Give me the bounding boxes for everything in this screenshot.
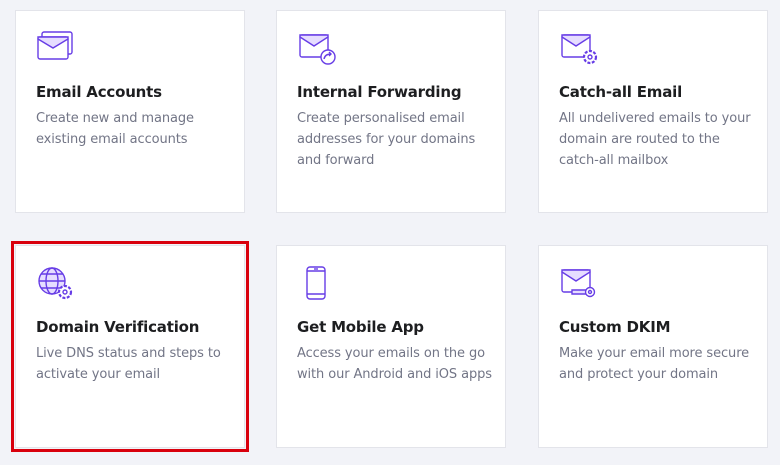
card-title: Internal Forwarding <box>297 83 462 101</box>
email-gear-icon <box>561 34 598 65</box>
email-key-icon <box>561 269 596 298</box>
card-description: Create personalised email addresses for … <box>297 111 476 168</box>
card-domain-verification[interactable]: Domain Verification Live DNS status and … <box>11 241 249 452</box>
email-forward-icon <box>299 34 336 65</box>
globe-gear-icon <box>38 267 73 300</box>
card-internal-forwarding[interactable]: Internal Forwarding Create personalised … <box>276 10 506 213</box>
mobile-phone-icon <box>306 266 326 300</box>
card-title: Get Mobile App <box>297 318 424 336</box>
card-title: Email Accounts <box>36 83 162 101</box>
card-description: All undelivered emails to your domain ar… <box>559 111 751 168</box>
card-title: Custom DKIM <box>559 318 671 336</box>
email-stack-icon <box>37 31 73 60</box>
card-description: Make your email more secure and protect … <box>559 346 750 382</box>
card-title: Domain Verification <box>36 318 200 336</box>
card-description: Live DNS status and steps to activate yo… <box>36 346 221 382</box>
card-get-mobile-app[interactable]: Get Mobile App Access your emails on the… <box>276 245 506 448</box>
card-description: Access your emails on the go with our An… <box>297 346 492 382</box>
card-custom-dkim[interactable]: Custom DKIM Make your email more secure … <box>538 245 768 448</box>
card-catch-all-email[interactable]: Catch-all Email All undelivered emails t… <box>538 10 768 213</box>
card-description: Create new and manage existing email acc… <box>36 111 194 147</box>
card-email-accounts[interactable]: Email Accounts Create new and manage exi… <box>15 10 245 213</box>
card-title: Catch-all Email <box>559 83 683 101</box>
